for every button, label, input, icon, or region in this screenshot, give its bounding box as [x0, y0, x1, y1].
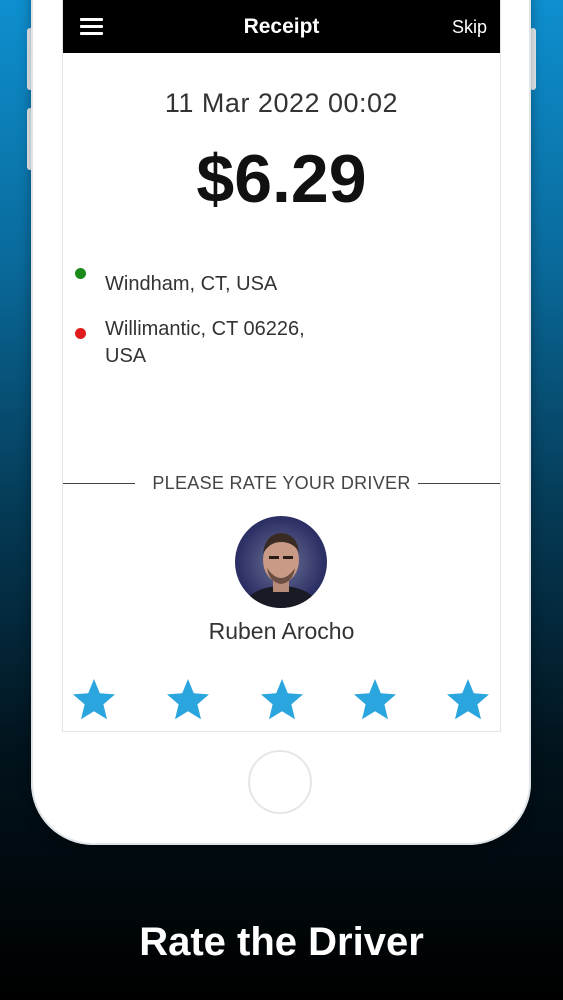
- page-title: Receipt: [243, 15, 320, 38]
- pickup-dot-icon: [75, 268, 86, 279]
- driver-name: Ruben Arocho: [208, 618, 355, 644]
- rate-divider-right: [418, 483, 500, 484]
- pickup-address: Windham, CT, USA: [105, 273, 278, 295]
- star-icon[interactable]: [444, 676, 492, 724]
- dropoff-address-line1: Willimantic, CT 06226,: [105, 318, 305, 340]
- avatar-photo: [241, 533, 321, 608]
- dropoff-dot-icon: [75, 328, 86, 339]
- star-icon[interactable]: [164, 676, 212, 724]
- promo-caption: Rate the Driver: [139, 920, 424, 964]
- star-icon[interactable]: [258, 676, 306, 724]
- top-bar: Receipt Skip: [63, 0, 500, 53]
- skip-button[interactable]: Skip: [452, 17, 487, 38]
- star-icon[interactable]: [351, 676, 399, 724]
- driver-avatar: [235, 516, 327, 608]
- receipt-date: 11 Mar 2022 00:02: [164, 88, 399, 118]
- dropoff-address-line2: USA: [105, 345, 147, 367]
- app-screen: Receipt Skip 11 Mar 2022 00:02 $6.29 Win…: [63, 0, 500, 731]
- home-button[interactable]: [248, 750, 312, 814]
- receipt-amount: $6.29: [196, 141, 367, 217]
- star-icon[interactable]: [70, 676, 118, 724]
